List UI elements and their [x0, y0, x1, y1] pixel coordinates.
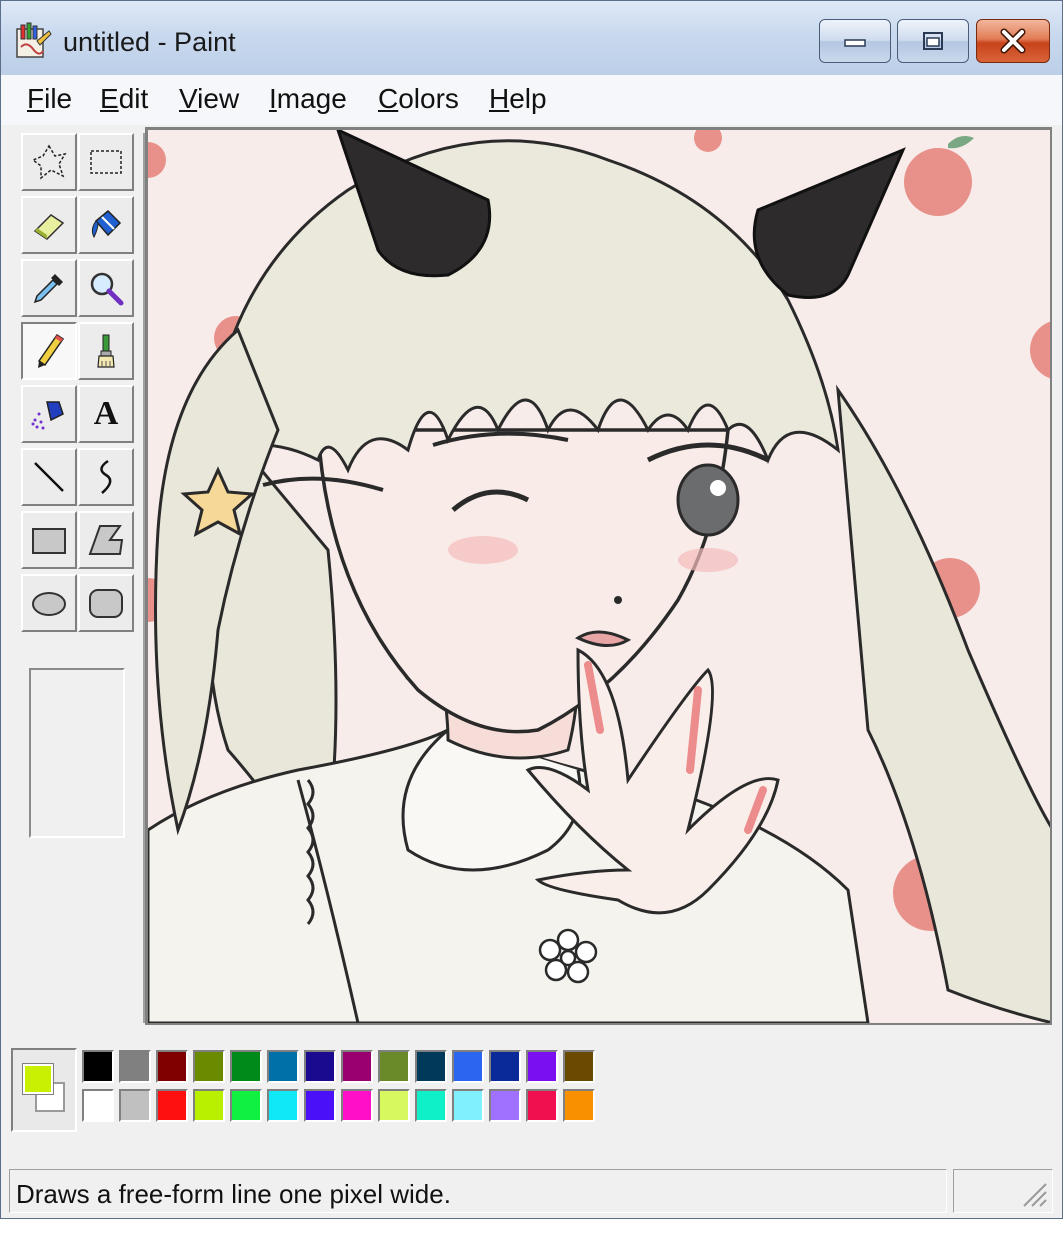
toolbox: A — [7, 133, 145, 1023]
tool-pencil[interactable] — [21, 322, 77, 380]
menu-bar: File Edit View Image Colors Help — [0, 75, 1063, 125]
tool-text[interactable]: A — [78, 385, 134, 443]
palette-swatch[interactable] — [563, 1050, 595, 1083]
maximize-icon — [923, 32, 943, 50]
palette-swatch[interactable] — [415, 1050, 447, 1083]
minimize-button[interactable] — [819, 19, 891, 63]
tool-rounded-rectangle[interactable] — [78, 574, 134, 632]
drawing-canvas[interactable] — [148, 130, 1050, 1023]
palette-swatch[interactable] — [156, 1089, 188, 1122]
current-colors-indicator[interactable] — [11, 1048, 77, 1132]
close-icon — [1000, 28, 1026, 54]
palette-swatch[interactable] — [452, 1089, 484, 1122]
paint-app-icon[interactable] — [13, 21, 53, 61]
palette-swatch[interactable] — [230, 1089, 262, 1122]
palette-swatch[interactable] — [563, 1089, 595, 1122]
menu-image[interactable]: Image — [269, 81, 347, 117]
fill-bucket-icon — [91, 209, 122, 239]
palette-swatch[interactable] — [119, 1050, 151, 1083]
text-tool-icon: A — [93, 395, 119, 432]
palette-swatch[interactable] — [378, 1089, 410, 1122]
brush-icon — [97, 334, 115, 368]
tool-fill[interactable] — [78, 196, 134, 254]
palette-swatch[interactable] — [526, 1089, 558, 1122]
palette-swatch[interactable] — [489, 1050, 521, 1083]
status-text: Draws a free-form line one pixel wide. — [16, 1179, 451, 1209]
eraser-icon — [33, 214, 65, 240]
tool-color-picker[interactable] — [21, 259, 77, 317]
palette-swatch[interactable] — [526, 1050, 558, 1083]
palette-swatch[interactable] — [304, 1050, 336, 1083]
title-bar: untitled - Paint — [0, 0, 1063, 75]
tool-magnifier[interactable] — [78, 259, 134, 317]
tool-rectangle-select[interactable] — [78, 133, 134, 191]
below-window — [0, 1219, 1063, 1233]
menu-file[interactable]: File — [27, 81, 72, 117]
palette-swatch[interactable] — [341, 1089, 373, 1122]
status-coordinates-pane — [953, 1169, 1053, 1213]
palette-swatch[interactable] — [267, 1089, 299, 1122]
palette-swatch[interactable] — [267, 1050, 299, 1083]
client-area: A — [0, 125, 1063, 1165]
palette-swatch[interactable] — [452, 1050, 484, 1083]
canvas-frame — [145, 127, 1052, 1025]
tool-curve[interactable] — [78, 448, 134, 506]
tool-options-panel[interactable] — [29, 668, 125, 838]
tool-airbrush[interactable] — [21, 385, 77, 443]
palette-swatch[interactable] — [82, 1089, 114, 1122]
menu-edit[interactable]: Edit — [100, 81, 148, 117]
palette-swatch[interactable] — [415, 1089, 447, 1122]
menu-colors[interactable]: Colors — [378, 81, 459, 117]
magnifier-icon — [90, 272, 124, 306]
close-button[interactable] — [976, 19, 1050, 63]
ellipse-icon — [32, 592, 66, 616]
menu-help[interactable]: Help — [489, 81, 547, 117]
resize-grip-icon[interactable] — [1018, 1178, 1048, 1208]
palette-swatch[interactable] — [82, 1050, 114, 1083]
palette-swatch[interactable] — [193, 1089, 225, 1122]
rectangle-icon — [32, 528, 66, 554]
pencil-icon — [37, 333, 65, 368]
color-palette — [1, 1030, 1062, 1150]
polygon-icon — [88, 525, 124, 555]
palette-swatch[interactable] — [304, 1089, 336, 1122]
status-message-pane: Draws a free-form line one pixel wide. — [9, 1169, 947, 1213]
tool-ellipse[interactable] — [21, 574, 77, 632]
tool-eraser[interactable] — [21, 196, 77, 254]
anime-girl-drawing — [148, 130, 1050, 1023]
status-bar: Draws a free-form line one pixel wide. — [0, 1163, 1063, 1219]
tool-brush[interactable] — [78, 322, 134, 380]
palette-swatch[interactable] — [119, 1089, 151, 1122]
palette-swatch[interactable] — [341, 1050, 373, 1083]
foreground-color-swatch[interactable] — [22, 1063, 54, 1095]
rectangle-select-icon — [90, 150, 122, 174]
palette-swatch[interactable] — [378, 1050, 410, 1083]
palette-swatch[interactable] — [230, 1050, 262, 1083]
line-icon — [34, 462, 64, 492]
maximize-button[interactable] — [897, 19, 969, 63]
window-title: untitled - Paint — [63, 27, 236, 57]
tool-line[interactable] — [21, 448, 77, 506]
tool-free-form-select[interactable] — [21, 133, 77, 191]
tool-rectangle[interactable] — [21, 511, 77, 569]
palette-swatch[interactable] — [193, 1050, 225, 1083]
minimize-icon — [844, 39, 866, 47]
rounded-rectangle-icon — [89, 589, 123, 618]
free-form-select-icon — [31, 144, 67, 180]
tool-polygon[interactable] — [78, 511, 134, 569]
curve-icon — [100, 459, 112, 494]
palette-swatch[interactable] — [156, 1050, 188, 1083]
palette-swatch[interactable] — [489, 1089, 521, 1122]
airbrush-icon — [31, 401, 64, 430]
menu-view[interactable]: View — [179, 81, 239, 117]
color-picker-icon — [33, 274, 63, 304]
